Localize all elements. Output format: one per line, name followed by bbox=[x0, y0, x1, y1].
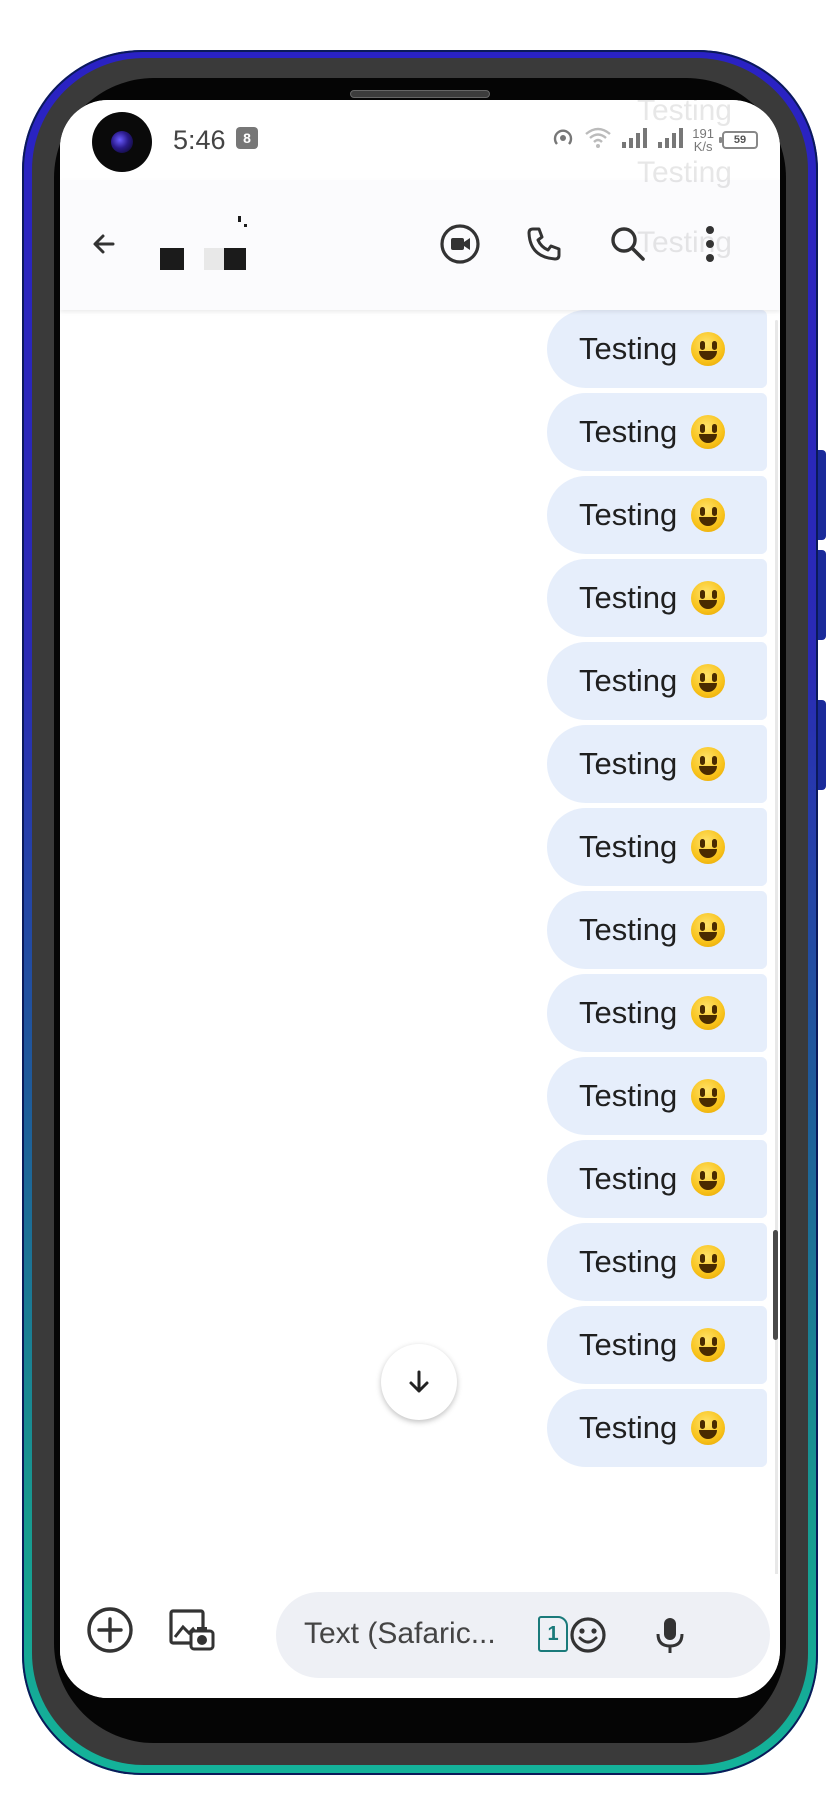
conversation-header bbox=[60, 180, 780, 310]
message-bubble[interactable]: Testing bbox=[547, 1140, 767, 1218]
video-call-icon bbox=[440, 224, 480, 264]
message-text: Testing bbox=[579, 331, 678, 366]
volume-up-button bbox=[818, 450, 826, 540]
message-text: Testing bbox=[579, 1327, 678, 1362]
grinning-face-icon bbox=[691, 1079, 726, 1113]
more-options-button[interactable] bbox=[682, 216, 738, 272]
grinning-face-icon bbox=[691, 498, 726, 532]
message-text: Testing bbox=[579, 1244, 678, 1279]
navigation-bar bbox=[60, 1684, 780, 1698]
redaction-mark bbox=[238, 216, 241, 222]
gallery-button[interactable] bbox=[164, 1602, 220, 1658]
status-bar: 5:46 8 191 K/s 59 bbox=[60, 100, 780, 180]
arrow-back-icon bbox=[93, 234, 115, 254]
wifi-icon bbox=[584, 126, 612, 155]
message-text: Testing bbox=[579, 497, 678, 532]
redaction-block bbox=[160, 248, 184, 270]
grinning-face-icon bbox=[691, 830, 726, 864]
scrollbar-thumb[interactable] bbox=[773, 1230, 778, 1340]
message-bubble[interactable]: Testing bbox=[547, 725, 767, 803]
notification-badge: 8 bbox=[236, 127, 258, 149]
grinning-face-icon bbox=[691, 332, 726, 366]
power-button bbox=[818, 700, 826, 790]
message-bubble[interactable]: Testing bbox=[547, 1389, 767, 1467]
message-text: Testing bbox=[579, 580, 678, 615]
grinning-face-icon bbox=[691, 1411, 726, 1445]
grinning-face-icon bbox=[691, 415, 726, 449]
message-bubble[interactable]: Testing bbox=[547, 1306, 767, 1384]
grinning-face-icon bbox=[691, 913, 726, 947]
grinning-face-icon bbox=[691, 996, 726, 1030]
earpiece-speaker bbox=[350, 90, 490, 98]
add-attachment-button[interactable] bbox=[82, 1602, 138, 1658]
search-icon bbox=[611, 227, 645, 261]
grinning-face-icon bbox=[691, 664, 726, 698]
contact-name-redacted[interactable] bbox=[160, 210, 310, 280]
battery-indicator: 59 bbox=[719, 131, 758, 149]
grinning-face-icon bbox=[691, 581, 726, 615]
scroll-to-bottom-button[interactable] bbox=[381, 1344, 457, 1420]
message-text: Testing bbox=[579, 746, 678, 781]
message-text: Testing bbox=[579, 663, 678, 698]
emoji-icon bbox=[570, 1617, 606, 1653]
message-text: Testing bbox=[579, 414, 678, 449]
add-circle-icon bbox=[87, 1607, 133, 1653]
front-camera bbox=[92, 112, 152, 172]
more-vert-icon bbox=[706, 226, 714, 262]
message-bubble[interactable]: Testing bbox=[547, 891, 767, 969]
mic-icon bbox=[656, 1618, 684, 1653]
message-text: Testing bbox=[579, 1410, 678, 1445]
message-bubble[interactable]: Testing bbox=[547, 808, 767, 886]
search-button[interactable] bbox=[600, 216, 656, 272]
message-bubble[interactable]: Testing bbox=[547, 310, 767, 388]
message-bubble[interactable]: Testing bbox=[547, 974, 767, 1052]
message-input-field[interactable]: 1 bbox=[276, 1592, 770, 1678]
status-icons: 191 K/s 59 bbox=[550, 122, 758, 158]
gallery-camera-icon bbox=[169, 1609, 215, 1651]
grinning-face-icon bbox=[691, 1328, 726, 1362]
compose-bar: 1 bbox=[60, 1574, 780, 1684]
screen: 5:46 8 191 K/s 59 Testing Testing Testin… bbox=[60, 100, 780, 1698]
message-text: Testing bbox=[579, 912, 678, 947]
scrollbar-track bbox=[775, 320, 778, 1580]
grinning-face-icon bbox=[691, 1245, 726, 1279]
signal-icon-2 bbox=[656, 126, 684, 155]
message-bubble[interactable]: Testing bbox=[547, 1057, 767, 1135]
phone-call-button[interactable] bbox=[516, 216, 572, 272]
message-bubble[interactable]: Testing bbox=[547, 476, 767, 554]
grinning-face-icon bbox=[691, 1162, 726, 1196]
signal-icon-1 bbox=[620, 126, 648, 155]
redaction-block bbox=[224, 248, 246, 270]
network-speed: 191 K/s bbox=[692, 127, 714, 153]
message-text: Testing bbox=[579, 995, 678, 1030]
phone-icon bbox=[527, 227, 561, 261]
message-text: Testing bbox=[579, 1161, 678, 1196]
message-input[interactable] bbox=[302, 1614, 512, 1654]
redaction-mark bbox=[244, 224, 247, 227]
status-time: 5:46 bbox=[173, 125, 226, 155]
emoji-button[interactable] bbox=[560, 1607, 616, 1663]
message-text: Testing bbox=[579, 829, 678, 864]
grinning-face-icon bbox=[691, 747, 726, 781]
back-button[interactable] bbox=[76, 216, 132, 272]
message-bubble[interactable]: Testing bbox=[547, 642, 767, 720]
message-bubble[interactable]: Testing bbox=[547, 393, 767, 471]
hotspot-icon bbox=[550, 125, 576, 156]
voice-input-button[interactable] bbox=[642, 1607, 698, 1663]
message-text: Testing bbox=[579, 1078, 678, 1113]
network-speed-unit: K/s bbox=[693, 139, 713, 154]
volume-down-button bbox=[818, 550, 826, 640]
arrow-down-icon bbox=[409, 1370, 429, 1393]
video-call-button[interactable] bbox=[432, 216, 488, 272]
message-bubble[interactable]: Testing bbox=[547, 559, 767, 637]
message-bubble[interactable]: Testing bbox=[547, 1223, 767, 1301]
